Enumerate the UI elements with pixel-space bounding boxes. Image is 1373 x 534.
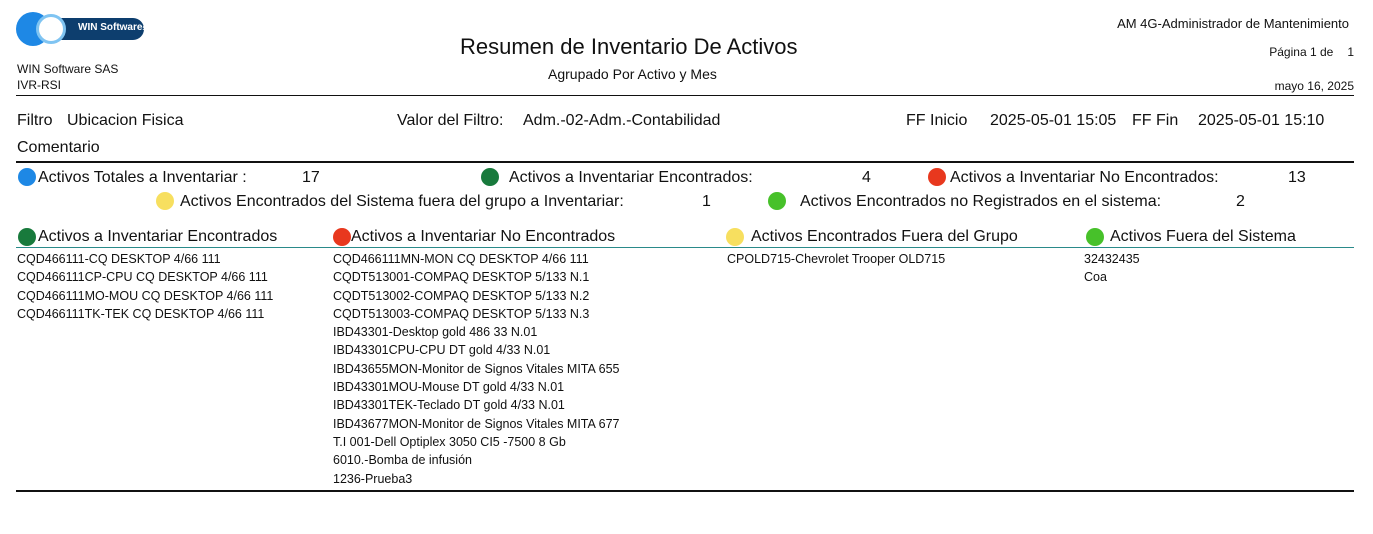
unregistered-column-dot-icon [1086,228,1104,246]
end-label: FF Fin [1132,112,1179,129]
list-item: CQDT513001-COMPAQ DESKTOP 5/133 N.1 [333,270,590,285]
company-logo: WIN SoftwareSAS [16,12,156,48]
start-label: FF Inicio [906,112,968,129]
not-found-column-title: Activos a Inventariar No Encontrados [351,228,616,245]
unregistered-list: 32432435 Coa [1084,250,1140,287]
page-label: Página 1 de [1269,45,1334,59]
list-item: CQD466111TK-TEK CQ DESKTOP 4/66 111 [17,306,265,321]
found-value: 4 [862,169,871,186]
list-item: 32432435 [1084,252,1140,266]
report-title: Resumen de Inventario De Activos [460,34,798,59]
not-found-list: CQD466111MN-MON CQ DESKTOP 4/66 111 CQDT5… [333,250,619,488]
total-value: 17 [302,169,320,186]
found-list: CQD466111-CQ DESKTOP 4/66 111 CQD466111CP… [17,250,273,323]
list-item: CQD466111-CQ DESKTOP 4/66 111 [17,252,221,266]
list-item: CQD466111MN-MON CQ DESKTOP 4/66 111 [333,252,589,266]
outside-group-list: CPOLD715-Chevrolet Trooper OLD715 [727,250,945,268]
list-item: CQD466111MO-MOU CQ DESKTOP 4/66 111 [17,288,274,303]
list-item: 1236-Prueba3 [333,471,413,486]
list-item: IBD43301TEK-Teclado DT gold 4/33 N.01 [333,398,565,413]
unregistered-column-title: Activos Fuera del Sistema [1110,228,1296,245]
list-item: CQDT513003-COMPAQ DESKTOP 5/133 N.3 [333,306,590,321]
footer-divider [16,490,1354,492]
header-divider [16,95,1354,96]
found-column-title: Activos a Inventariar Encontrados [38,228,278,245]
unregistered-dot-icon [768,192,786,210]
start-value: 2025-05-01 15:05 [990,112,1117,129]
filter-divider [16,161,1354,163]
comment-label: Comentario [17,139,100,156]
outside-group-value: 1 [702,193,711,210]
column-header-divider [16,247,1354,248]
app-name: AM 4G-Administrador de Mantenimiento [1117,16,1349,31]
total-dot-icon [18,168,36,186]
list-item: IBD43655MON-Monitor de Signos Vitales MI… [333,361,620,376]
list-item: IBD43677MON-Monitor de Signos Vitales MI… [333,416,620,431]
found-column-dot-icon [18,228,36,246]
outside-group-label: Activos Encontrados del Sistema fuera de… [180,193,624,210]
company-name: WIN Software SAS [17,62,119,76]
list-item: CPOLD715-Chevrolet Trooper OLD715 [727,252,946,266]
list-item: IBD43301-Desktop gold 486 33 N.01 [333,325,538,340]
list-item: IBD43301CPU-CPU DT gold 4/33 N.01 [333,343,551,358]
list-item: CQDT513002-COMPAQ DESKTOP 5/133 N.2 [333,288,590,303]
report-subtitle: Agrupado Por Activo y Mes [548,66,717,82]
filter-label: Filtro [17,112,53,129]
filter-value-label: Valor del Filtro: [397,112,504,129]
total-label: Activos Totales a Inventariar : [38,169,247,186]
outside-group-column-title: Activos Encontrados Fuera del Grupo [751,228,1018,245]
page-info: Página 1 de 1 [1269,45,1354,59]
not-found-value: 13 [1288,169,1306,186]
unregistered-label: Activos Encontrados no Registrados en el… [800,193,1162,210]
unregistered-value: 2 [1236,193,1245,210]
end-value: 2025-05-01 15:10 [1198,112,1325,129]
list-item: Coa [1084,270,1107,285]
subcompany-name: IVR-RSI [17,78,62,92]
not-found-dot-icon [928,168,946,186]
report-date: mayo 16, 2025 [1274,79,1354,93]
outside-group-column-dot-icon [726,228,744,246]
not-found-column-dot-icon [333,228,351,246]
list-item: T.I 001-Dell Optiplex 3050 CI5 -7500 8 G… [333,434,566,449]
not-found-label: Activos a Inventariar No Encontrados: [950,169,1219,186]
filter-field: Ubicacion Fisica [67,112,184,129]
logo-circle-ring [36,14,66,44]
list-item: CQD466111CP-CPU CQ DESKTOP 4/66 111 [17,270,268,285]
found-dot-icon [481,168,499,186]
list-item: 6010.-Bomba de infusión [333,453,472,468]
outside-group-dot-icon [156,192,174,210]
list-item: IBD43301MOU-Mouse DT gold 4/33 N.01 [333,380,565,395]
found-label: Activos a Inventariar Encontrados: [509,169,753,186]
logo-text: WIN SoftwareSAS [78,22,153,33]
page-total: 1 [1347,45,1354,59]
filter-value: Adm.-02-Adm.-Contabilidad [523,112,721,129]
